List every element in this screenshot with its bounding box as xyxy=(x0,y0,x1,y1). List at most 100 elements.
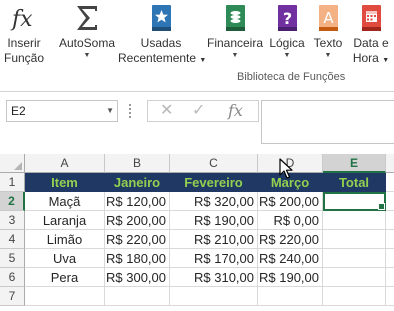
header-cell-item[interactable]: Item xyxy=(25,173,105,192)
grid-cell[interactable] xyxy=(386,211,394,230)
fevereiro-cell[interactable]: R$ 170,00 xyxy=(170,249,258,268)
row-header[interactable]: 4 xyxy=(0,230,25,249)
table-row: 1 Item Janeiro Fevereiro Março Total xyxy=(0,173,394,192)
janeiro-cell[interactable]: R$ 220,00 xyxy=(105,230,170,249)
janeiro-cell[interactable]: R$ 120,00 xyxy=(105,192,170,211)
formula-buttons: ✕ ✓ fx xyxy=(147,100,259,122)
financial-label: Financeira xyxy=(206,36,264,50)
financial-dropdown-icon[interactable]: ▼ xyxy=(206,51,264,60)
insert-function-button[interactable]: fx Inserir Função xyxy=(2,0,46,66)
marco-cell[interactable]: R$ 0,00 xyxy=(258,211,323,230)
row-header[interactable]: 2 xyxy=(0,192,25,211)
text-dropdown-icon[interactable]: ▼ xyxy=(310,51,346,60)
marco-cell[interactable]: R$ 220,00 xyxy=(258,230,323,249)
marco-cell[interactable]: R$ 200,00 xyxy=(258,192,323,211)
recently-used-label-1: Usadas xyxy=(140,36,182,50)
date-time-button[interactable]: Data e Hora ▼ xyxy=(350,0,392,68)
grid-cell[interactable] xyxy=(386,230,394,249)
autosum-dropdown-icon[interactable]: ▼ xyxy=(56,51,118,60)
date-time-label-1: Data e xyxy=(353,36,389,50)
header-cell-janeiro[interactable]: Janeiro xyxy=(105,173,170,192)
grid-cell[interactable] xyxy=(170,287,258,306)
total-cell[interactable] xyxy=(323,268,386,287)
grid-cell[interactable] xyxy=(323,287,386,306)
item-cell[interactable]: Laranja xyxy=(25,211,105,230)
grid-cell[interactable] xyxy=(386,249,394,268)
text-button[interactable]: A Texto ▼ xyxy=(310,0,346,60)
sigma-icon xyxy=(56,0,118,36)
svg-text:fx: fx xyxy=(10,7,33,32)
fx-icon: fx xyxy=(2,0,46,36)
logical-button[interactable]: ? Lógica ▼ xyxy=(266,0,308,60)
marco-cell[interactable]: R$ 240,00 xyxy=(258,249,323,268)
marco-cell[interactable]: R$ 190,00 xyxy=(258,268,323,287)
financial-book-icon xyxy=(206,0,264,36)
insert-function-label-1: Inserir xyxy=(7,36,41,50)
calendar-book-icon xyxy=(350,0,392,36)
column-header-a[interactable]: A xyxy=(25,154,105,173)
function-library-group-label: Biblioteca de Funções xyxy=(237,71,346,83)
text-label: Texto xyxy=(313,36,343,50)
question-book-icon: ? xyxy=(266,0,308,36)
table-row: 3 Laranja R$ 200,00 R$ 190,00 R$ 0,00 xyxy=(0,211,394,230)
table-row: 2 Maçã R$ 120,00 R$ 320,00 R$ 200,00 xyxy=(0,192,394,211)
fevereiro-cell[interactable]: R$ 210,00 xyxy=(170,230,258,249)
grid-cell[interactable] xyxy=(25,287,105,306)
janeiro-cell[interactable]: R$ 180,00 xyxy=(105,249,170,268)
fevereiro-cell[interactable]: R$ 310,00 xyxy=(170,268,258,287)
item-cell[interactable]: Uva xyxy=(25,249,105,268)
name-box[interactable]: E2 ▼ xyxy=(6,100,118,122)
column-header-f[interactable] xyxy=(386,154,394,173)
grid-cell[interactable] xyxy=(105,287,170,306)
name-box-value: E2 xyxy=(11,104,26,118)
janeiro-cell[interactable]: R$ 200,00 xyxy=(105,211,170,230)
fevereiro-cell[interactable]: R$ 320,00 xyxy=(170,192,258,211)
ribbon: fx Inserir Função AutoSoma ▼ Usadas Rece… xyxy=(0,0,394,91)
header-cell-total[interactable]: Total xyxy=(323,173,386,192)
insert-function-icon[interactable]: fx xyxy=(228,102,243,120)
table-row: 6 Pera R$ 300,00 R$ 310,00 R$ 190,00 xyxy=(0,268,394,287)
item-cell[interactable]: Maçã xyxy=(25,192,105,211)
item-cell[interactable]: Limão xyxy=(25,230,105,249)
row-header[interactable]: 7 xyxy=(0,287,25,306)
table-row: 7 xyxy=(0,287,394,306)
svg-text:?: ? xyxy=(283,9,292,28)
insert-function-label-2: Função xyxy=(3,51,45,65)
autosum-button[interactable]: AutoSoma ▼ xyxy=(56,0,118,60)
formula-bar: E2 ▼ ✕ ✓ fx xyxy=(0,92,394,148)
resize-grip[interactable] xyxy=(129,104,131,118)
select-all-corner[interactable] xyxy=(0,154,25,173)
grid-cell[interactable] xyxy=(386,173,394,192)
column-header-e[interactable]: E xyxy=(323,154,386,173)
row-header[interactable]: 6 xyxy=(0,268,25,287)
financial-button[interactable]: Financeira ▼ xyxy=(206,0,264,60)
formula-input[interactable] xyxy=(261,100,394,144)
mouse-cursor-icon xyxy=(279,158,293,179)
grid-cell[interactable] xyxy=(386,287,394,306)
grid-cell[interactable] xyxy=(386,268,394,287)
row-header[interactable]: 5 xyxy=(0,249,25,268)
enter-icon[interactable]: ✓ xyxy=(192,102,205,120)
janeiro-cell[interactable]: R$ 300,00 xyxy=(105,268,170,287)
grid-cell[interactable] xyxy=(258,287,323,306)
total-cell[interactable] xyxy=(323,249,386,268)
row-header[interactable]: 1 xyxy=(0,173,25,192)
row-header[interactable]: 3 xyxy=(0,211,25,230)
total-cell[interactable] xyxy=(323,230,386,249)
cancel-icon[interactable]: ✕ xyxy=(160,102,173,120)
name-box-dropdown-icon[interactable]: ▼ xyxy=(106,101,114,121)
column-header-c[interactable]: C xyxy=(170,154,258,173)
header-cell-fevereiro[interactable]: Fevereiro xyxy=(170,173,258,192)
logical-label: Lógica xyxy=(269,36,305,50)
total-cell[interactable] xyxy=(323,211,386,230)
recently-used-button[interactable]: Usadas Recentemente ▼ xyxy=(118,0,206,68)
grid-cell[interactable] xyxy=(386,192,394,211)
logical-dropdown-icon[interactable]: ▼ xyxy=(266,51,308,60)
item-cell[interactable]: Pera xyxy=(25,268,105,287)
fevereiro-cell[interactable]: R$ 190,00 xyxy=(170,211,258,230)
autosum-label: AutoSoma xyxy=(58,36,116,50)
table-row: 4 Limão R$ 220,00 R$ 210,00 R$ 220,00 xyxy=(0,230,394,249)
column-header-b[interactable]: B xyxy=(105,154,170,173)
total-cell-active[interactable] xyxy=(323,192,386,211)
svg-text:A: A xyxy=(323,9,334,27)
